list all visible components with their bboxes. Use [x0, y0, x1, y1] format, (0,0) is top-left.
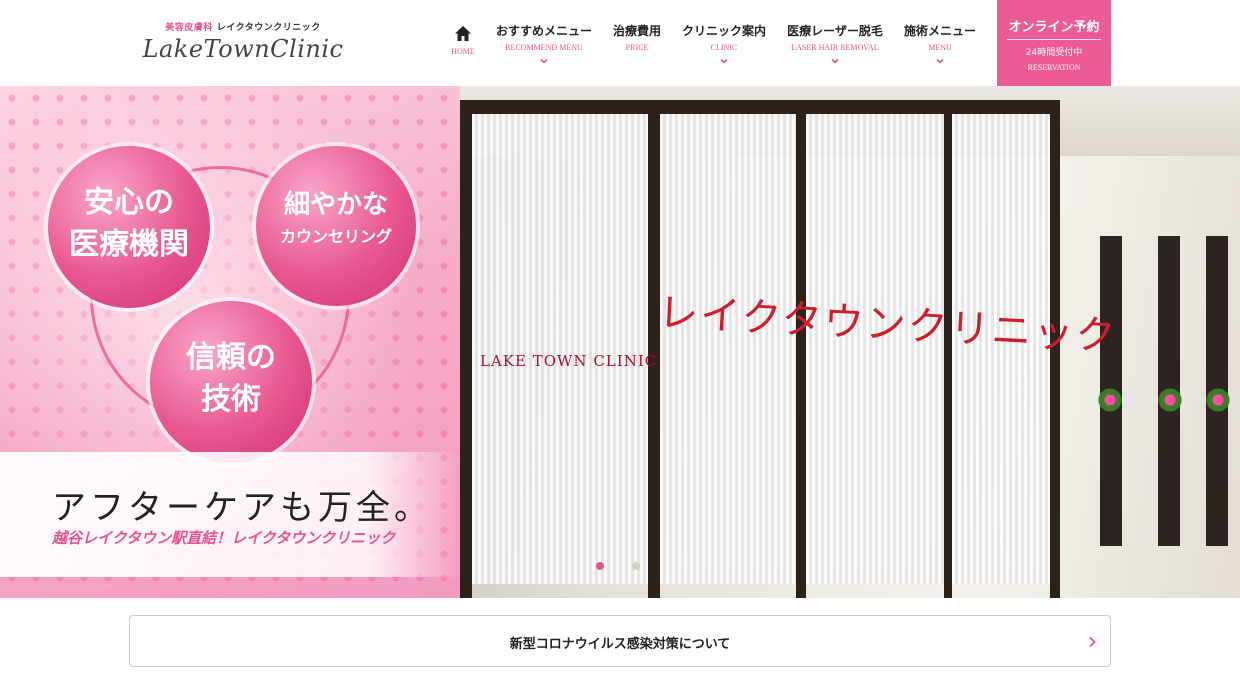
- main-nav: HOME おすすめメニュー RECOMMEND MENU 治療費用 PRICE …: [438, 0, 984, 86]
- nav-home-en: HOME: [451, 47, 475, 56]
- covid-notice-link[interactable]: 新型コロナウイルス感染対策について: [129, 615, 1111, 667]
- site-header: 美容皮膚科 レイクタウンクリニック LakeTownClinic HOME おすす…: [0, 0, 1240, 86]
- nav-clinic[interactable]: クリニック案内 CLINIC: [674, 0, 774, 86]
- logo-category: 美容皮膚科: [165, 23, 213, 33]
- notice-text: 新型コロナウイルス感染対策について: [509, 637, 731, 652]
- feature-text: 医療機関: [69, 227, 189, 262]
- chevron-right-icon: [1089, 636, 1096, 648]
- nav-menu-label: 施術メニュー: [903, 24, 976, 38]
- feature-circle-counseling: 細やかな カウンセリング: [256, 146, 416, 306]
- flower-decoration: [1096, 376, 1124, 436]
- feature-text: 技術: [201, 382, 261, 417]
- slider-pagination: [596, 562, 640, 570]
- online-reservation-button[interactable]: オンライン予約 24時間受付中 RESERVATION: [997, 0, 1111, 86]
- nav-price-en: PRICE: [625, 43, 649, 52]
- chevron-down-icon: [540, 58, 548, 64]
- door-frame: [648, 104, 660, 598]
- door-logo-text: LAKE TOWN CLINIC: [480, 352, 658, 370]
- logo-wordmark: LakeTownClinic: [142, 35, 344, 63]
- feature-circle-safe-medical: 安心の 医療機関: [48, 146, 210, 308]
- nav-home[interactable]: HOME: [438, 0, 488, 86]
- feature-text: カウンセリング: [279, 227, 392, 246]
- logo-subtitle: 美容皮膚科 レイクタウンクリニック: [128, 20, 358, 33]
- flower-decoration: [1204, 376, 1232, 436]
- feature-text: 信頼の: [186, 340, 276, 375]
- feature-text: 細やかな: [283, 190, 388, 220]
- door-frame: [796, 104, 806, 598]
- door-frame: [460, 100, 1060, 114]
- nav-recommend-label: おすすめメニュー: [495, 24, 592, 38]
- nav-clinic-label: クリニック案内: [681, 24, 766, 38]
- nav-clinic-en: CLINIC: [710, 43, 738, 52]
- door-glass-panel: [660, 114, 796, 584]
- nav-laser-hair-removal[interactable]: 医療レーザー脱毛 LASER HAIR REMOVAL: [774, 0, 896, 86]
- nav-price[interactable]: 治療費用 PRICE: [600, 0, 674, 86]
- feature-text: 安心の: [84, 185, 174, 220]
- hero-slider: LAKE TOWN CLINIC レイクタウンクリニック 安心の 医療機関 細や…: [0, 86, 1240, 598]
- nav-price-label: 治療費用: [612, 24, 661, 38]
- hero-tagline: アフターケアも万全。: [52, 488, 432, 528]
- nav-laser-label: 医療レーザー脱毛: [787, 24, 883, 38]
- nav-recommend-menu[interactable]: おすすめメニュー RECOMMEND MENU: [488, 0, 600, 86]
- slider-dot[interactable]: [632, 562, 640, 570]
- door-frame: [460, 104, 472, 598]
- chevron-down-icon: [831, 58, 839, 64]
- chevron-down-icon: [720, 58, 728, 64]
- reservation-hours: 24時間受付中: [1025, 48, 1083, 58]
- reservation-label: オンライン予約: [1008, 20, 1100, 35]
- reservation-divider: [1007, 39, 1101, 40]
- chevron-down-icon: [936, 58, 944, 64]
- nav-treatment-menu[interactable]: 施術メニュー MENU: [896, 0, 984, 86]
- nav-recommend-en: RECOMMEND MENU: [505, 43, 583, 52]
- home-icon: [455, 26, 471, 41]
- nav-menu-en: MENU: [928, 43, 952, 52]
- hero-subtagline: 越谷レイクタウン駅直結！レイクタウンクリニック: [52, 529, 396, 547]
- site-logo[interactable]: 美容皮膚科 レイクタウンクリニック LakeTownClinic: [128, 20, 358, 63]
- logo-clinic-name-jp: レイクタウンクリニック: [216, 23, 321, 33]
- slider-dot-active[interactable]: [596, 562, 604, 570]
- nav-laser-en: LASER HAIR REMOVAL: [791, 43, 879, 52]
- door-glass-panel: [472, 114, 648, 584]
- feature-circle-trusted-technique: 信頼の 技術: [150, 301, 312, 463]
- flower-decoration: [1156, 376, 1184, 436]
- reservation-en: RESERVATION: [1027, 63, 1081, 72]
